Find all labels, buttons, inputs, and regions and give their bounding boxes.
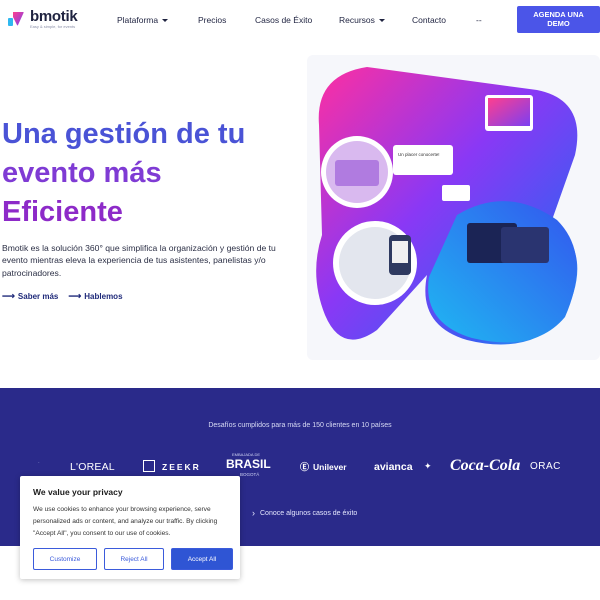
customize-button[interactable]: Customize [33, 548, 97, 570]
nav-plataforma-label: Plataforma [117, 15, 159, 25]
logo-tagline: Easy & simple, for events [30, 24, 76, 29]
site-header: bmotik Easy & simple, for events Platafo… [0, 0, 600, 40]
nav-casos-label: Casos de Éxito [255, 15, 313, 25]
nav-contacto[interactable]: Contacto [412, 15, 446, 25]
avianca-icon: ✦ [424, 461, 432, 471]
client-logo-zeekr: ZEEKR [162, 462, 201, 472]
art-card-title: Un placer conocerte! [398, 152, 440, 157]
cookie-buttons: Customize Reject All Accept All [33, 548, 233, 570]
zeekr-icon [143, 460, 155, 472]
client-logo-unilever: Unilever [313, 462, 347, 472]
hero-links: ⟶ Saber más ⟶ Hablemos [2, 291, 123, 302]
hablemos-link[interactable]: ⟶ Hablemos [68, 291, 122, 302]
hero-title-line-3: Eficiente [2, 196, 123, 228]
casos-de-exito-label: Conoce algunos casos de éxito [260, 509, 358, 517]
logo-name: bmotik [30, 8, 78, 25]
bmotik-logo[interactable]: bmotik Easy & simple, for events [6, 8, 78, 29]
hero-title: Una gestión de tu evento más Eficiente [2, 115, 302, 232]
client-logo-avianca: avianca [374, 461, 413, 473]
nav-plataforma[interactable]: Plataforma [117, 15, 169, 25]
hero-title-line-2: evento más [2, 157, 162, 189]
clients-title: Desafíos cumplidos para más de 150 clien… [208, 422, 392, 429]
nav-recursos-label: Recursos [339, 15, 375, 25]
accept-all-button[interactable]: Accept All [171, 548, 233, 570]
cookie-title: We value your privacy [33, 487, 123, 497]
logo-text: bmotik Easy & simple, for events [30, 8, 78, 29]
page: bmotik Easy & simple, for events Platafo… [0, 0, 600, 600]
casos-de-exito-link[interactable]: › Conoce algunos casos de éxito [252, 508, 357, 518]
nav-language[interactable]: -- [476, 15, 482, 25]
client-logo-bogota: BOGOTÁ [240, 472, 260, 477]
hero-illustration-graphic: Un placer conocerte! [316, 67, 578, 345]
client-logo-brasil: BRASIL [226, 457, 271, 471]
client-logo-cocacola: Coca-Cola [450, 457, 521, 474]
reject-all-button[interactable]: Reject All [104, 548, 164, 570]
client-logo-partial: · [38, 460, 40, 466]
cookie-consent-banner: We value your privacy We use cookies to … [20, 476, 240, 579]
nav-recursos[interactable]: Recursos [339, 15, 385, 25]
nav-precios[interactable]: Precios [198, 15, 226, 25]
saber-mas-label: Saber más [17, 292, 59, 301]
arrow-right-icon: ⟶ [2, 291, 15, 301]
hablemos-label: Hablemos [84, 292, 123, 301]
hero-description: Bmotik es la solución 360° que simplific… [2, 243, 276, 278]
unilever-icon: Ⓔ [300, 462, 310, 472]
client-logo-oracle: ORAC [530, 461, 561, 472]
cookie-body: We use cookies to enhance your browsing … [33, 506, 218, 537]
chevron-down-icon [378, 18, 385, 22]
bmotik-logo-icon [8, 12, 24, 26]
nav-casos-de-exito[interactable]: Casos de Éxito [255, 15, 312, 25]
hero-illustration: Un placer conocerte! [307, 55, 600, 360]
arrow-right-icon: ⟶ [68, 291, 82, 301]
chevron-right-icon: › [252, 508, 255, 518]
chevron-down-icon [162, 18, 169, 22]
nav-language-label: -- [476, 15, 482, 25]
saber-mas-link[interactable]: ⟶ Saber más [2, 291, 58, 302]
nav-precios-label: Precios [198, 15, 227, 25]
agenda-demo-button[interactable]: AGENDA UNA DEMO [517, 6, 600, 33]
client-logo-loreal: L'OREAL [70, 461, 115, 473]
nav-contacto-label: Contacto [412, 15, 447, 25]
hero-title-line-1: Una gestión de tu [2, 118, 246, 150]
